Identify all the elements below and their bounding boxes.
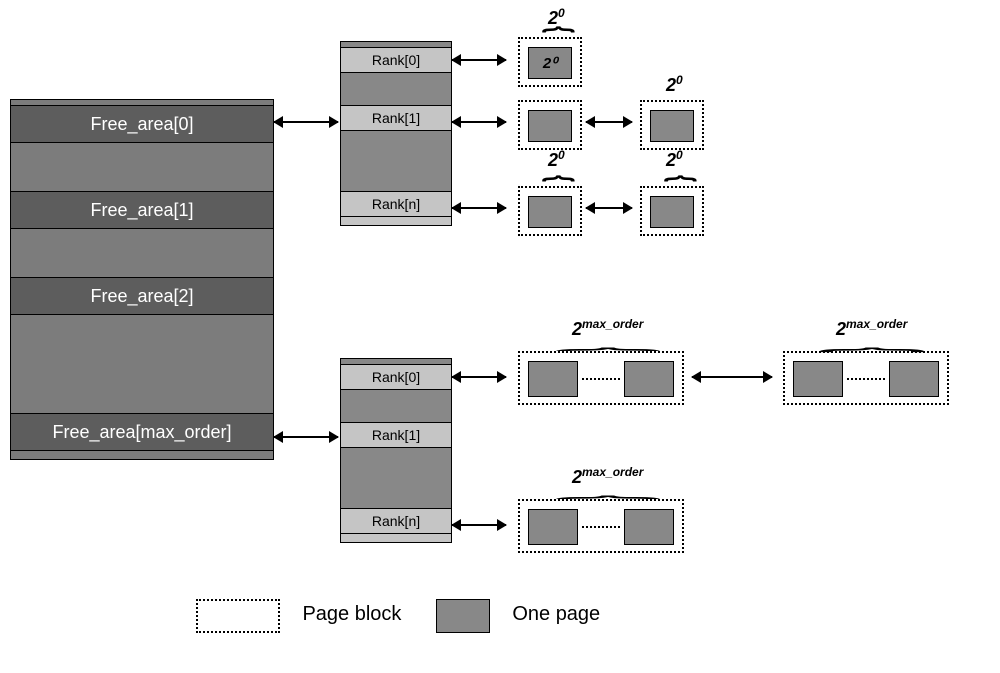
power-label: 2max_order — [836, 317, 907, 340]
power-label: 2max_order — [572, 317, 643, 340]
page-block — [518, 499, 684, 553]
legend-one-page-label: One page — [512, 603, 600, 625]
table-gap — [11, 143, 273, 191]
power-label: 20 — [548, 148, 565, 171]
rank-n: Rank[n] — [341, 508, 451, 534]
dots-connector — [582, 526, 620, 529]
table-bottom-band — [11, 451, 273, 459]
free-area-2: Free_area[2] — [11, 277, 273, 315]
double-arrow-icon — [274, 436, 338, 438]
brace-icon: ⏞ — [542, 187, 576, 197]
brace-icon: ⏞ — [818, 356, 926, 363]
rank-0: Rank[0] — [341, 47, 451, 73]
table-gap — [11, 315, 273, 413]
page-block: 2⁰ — [518, 37, 582, 87]
rank-1: Rank[1] — [341, 105, 451, 131]
double-arrow-icon — [274, 121, 338, 123]
table-gap — [341, 131, 451, 191]
table-gap — [341, 448, 451, 508]
double-arrow-icon — [586, 207, 632, 209]
one-page — [624, 361, 674, 397]
legend: Page block One page — [196, 599, 600, 633]
double-arrow-icon — [692, 376, 772, 378]
page-block — [518, 351, 684, 405]
power-label: 20 — [666, 148, 683, 171]
free-area-0: Free_area[0] — [11, 105, 273, 143]
power-label: 2max_order — [572, 465, 643, 488]
legend-page-block-icon — [196, 599, 280, 633]
dots-connector — [582, 378, 620, 381]
one-page — [528, 110, 572, 142]
rank-table-top: Rank[0] Rank[1] Rank[n] — [340, 41, 452, 226]
brace-icon: ⏞ — [664, 187, 698, 197]
table-gap — [11, 229, 273, 277]
power-label: 20 — [548, 6, 565, 29]
rank-table-bottom: Rank[0] Rank[1] Rank[n] — [340, 358, 452, 543]
one-page — [650, 110, 694, 142]
rank-1: Rank[1] — [341, 422, 451, 448]
table-gap — [341, 73, 451, 105]
one-page — [528, 361, 578, 397]
free-area-maxorder: Free_area[max_order] — [11, 413, 273, 451]
one-page — [528, 509, 578, 545]
rank-n: Rank[n] — [341, 191, 451, 217]
rank-0: Rank[0] — [341, 364, 451, 390]
double-arrow-icon — [452, 524, 506, 526]
page-block — [640, 100, 704, 150]
double-arrow-icon — [586, 121, 632, 123]
dots-connector — [847, 378, 885, 381]
double-arrow-icon — [452, 121, 506, 123]
double-arrow-icon — [452, 59, 506, 61]
legend-one-page-icon — [436, 599, 490, 633]
table-bottom-band — [341, 534, 451, 542]
free-area-table: Free_area[0] Free_area[1] Free_area[2] F… — [10, 99, 274, 460]
one-page — [624, 509, 674, 545]
legend-page-block-label: Page block — [302, 603, 401, 625]
power-label: 20 — [666, 73, 683, 96]
table-gap — [341, 390, 451, 422]
one-page-with-label: 2⁰ — [528, 47, 572, 79]
double-arrow-icon — [452, 207, 506, 209]
page-block — [518, 100, 582, 150]
double-arrow-icon — [452, 376, 506, 378]
free-area-1: Free_area[1] — [11, 191, 273, 229]
table-bottom-band — [341, 217, 451, 225]
